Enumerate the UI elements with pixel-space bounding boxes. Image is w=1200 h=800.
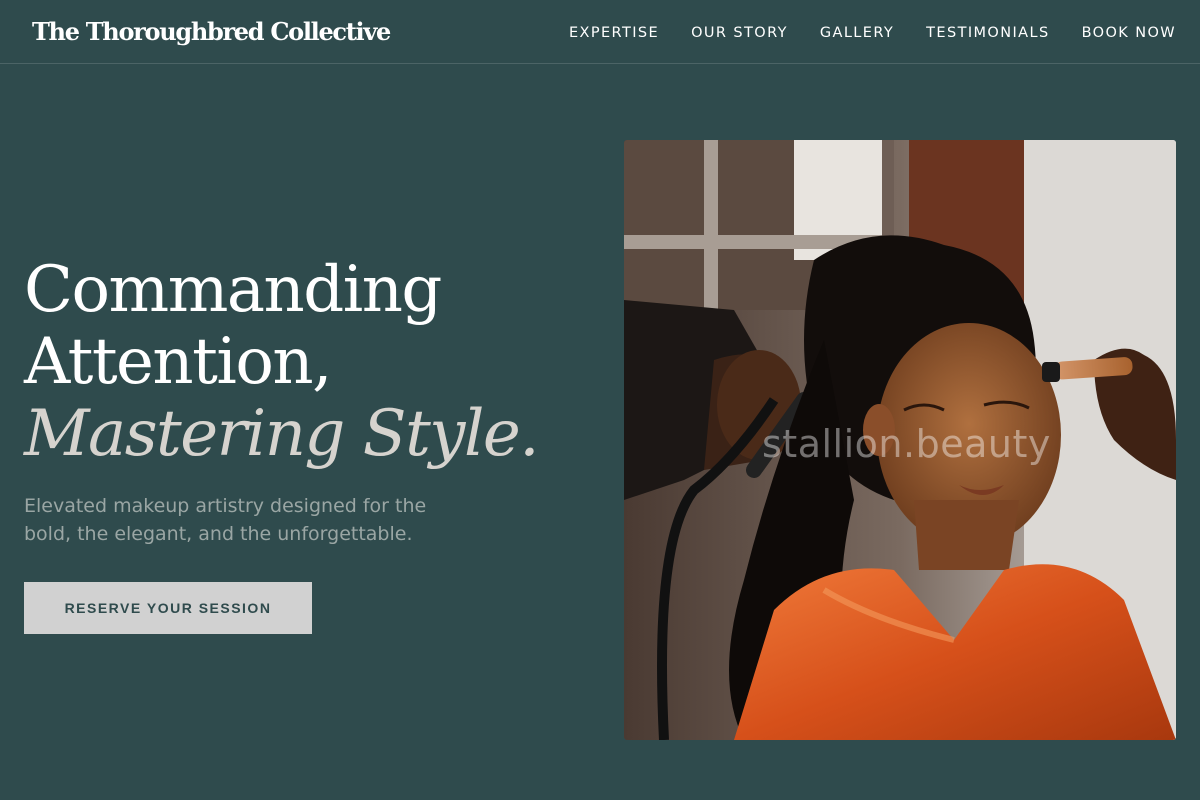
photo-watermark: stallion.beauty: [762, 422, 1051, 466]
headline-accent: Mastering Style.: [24, 397, 540, 471]
site-header: The Thoroughbred Collective EXPERTISE OU…: [0, 0, 1200, 64]
brand-logo[interactable]: The Thoroughbred Collective: [32, 17, 391, 46]
nav-item-gallery: GALLERY: [820, 22, 894, 41]
nav-item-testimonials: TESTIMONIALS: [926, 22, 1049, 41]
nav-item-book-now: BOOK NOW: [1082, 22, 1176, 41]
nav-item-our-story: OUR STORY: [691, 22, 788, 41]
hero-section: Commanding Attention, Mastering Style. E…: [24, 254, 604, 634]
hero-headline: Commanding Attention, Mastering Style.: [24, 254, 604, 470]
nav-link-book-now[interactable]: BOOK NOW: [1082, 25, 1176, 41]
nav-link-testimonials[interactable]: TESTIMONIALS: [926, 25, 1049, 41]
hero-subtitle: Elevated makeup artistry designed for th…: [24, 495, 427, 545]
hero-image: stallion.beauty: [624, 140, 1176, 740]
main-nav: EXPERTISE OUR STORY GALLERY TESTIMONIALS…: [569, 22, 1176, 41]
nav-link-expertise[interactable]: EXPERTISE: [569, 25, 659, 41]
nav-link-our-story[interactable]: OUR STORY: [691, 25, 788, 41]
headline-line-2: Attention,: [24, 325, 332, 399]
nav-item-expertise: EXPERTISE: [569, 22, 659, 41]
headline-line-1: Commanding: [24, 253, 442, 327]
nav-link-gallery[interactable]: GALLERY: [820, 25, 894, 41]
reserve-session-button[interactable]: RESERVE YOUR SESSION: [24, 582, 312, 634]
